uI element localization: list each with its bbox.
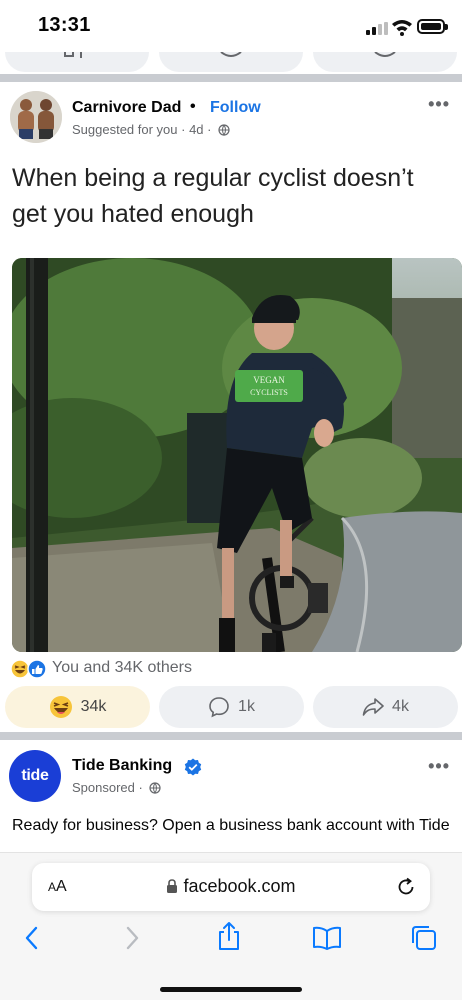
lock-icon bbox=[167, 879, 178, 893]
ad-body-text: Ready for business? Open a business bank… bbox=[12, 817, 450, 834]
more-options-button[interactable]: ••• bbox=[428, 94, 450, 115]
tabs-icon[interactable] bbox=[410, 924, 438, 952]
feed-separator bbox=[0, 732, 462, 740]
back-icon[interactable] bbox=[22, 925, 42, 951]
jersey-text-bottom: CYCLISTS bbox=[250, 388, 288, 397]
reload-icon[interactable] bbox=[396, 877, 416, 897]
avatar[interactable] bbox=[10, 91, 62, 143]
comment-button[interactable]: 1k bbox=[159, 686, 304, 728]
share-sheet-icon[interactable] bbox=[216, 921, 242, 951]
previous-comment-button[interactable] bbox=[159, 52, 303, 72]
url-text: facebook.com bbox=[183, 876, 296, 896]
ad-more-options-button[interactable]: ••• bbox=[428, 756, 450, 777]
bookmarks-icon[interactable] bbox=[312, 926, 342, 950]
home-indicator[interactable] bbox=[160, 987, 302, 992]
meme-caption: When being a regular cyclist doesn’t get… bbox=[12, 164, 414, 228]
browser-toolbar: AA facebook.com bbox=[0, 852, 462, 1000]
author-name[interactable]: Carnivore Dad bbox=[72, 99, 181, 117]
share-count: 4k bbox=[392, 698, 409, 715]
react-count: 34k bbox=[80, 698, 107, 715]
reaction-icons bbox=[10, 659, 48, 679]
address-bar[interactable]: AA facebook.com bbox=[32, 863, 430, 911]
ad-meta: Sponsored · bbox=[72, 780, 162, 795]
previous-share-button[interactable] bbox=[313, 52, 457, 72]
post-media: When being a regular cyclist doesn’t get… bbox=[0, 152, 462, 652]
comment-icon bbox=[209, 697, 229, 718]
follow-button[interactable]: Follow bbox=[210, 99, 261, 117]
globe-icon bbox=[149, 782, 162, 794]
ad-meta-text: Sponsored · bbox=[72, 780, 143, 795]
battery-icon bbox=[417, 19, 448, 34]
url-display[interactable]: facebook.com bbox=[32, 876, 430, 897]
post-meta-text: Suggested for you · 4d · bbox=[72, 122, 212, 137]
advertiser-name[interactable]: Tide Banking bbox=[72, 757, 172, 775]
like-icon bbox=[27, 659, 47, 679]
post-action-bar: 34k 1k 4k bbox=[0, 686, 462, 728]
signal-icon bbox=[366, 22, 388, 35]
tide-logo[interactable]: tide bbox=[9, 750, 61, 802]
post-header: Carnivore Dad • Follow Suggested for you… bbox=[0, 84, 462, 156]
verified-icon bbox=[184, 758, 202, 776]
post-meta: Suggested for you · 4d · bbox=[72, 122, 230, 137]
globe-icon bbox=[218, 124, 230, 136]
react-button[interactable]: 34k bbox=[5, 686, 150, 728]
haha-icon bbox=[10, 659, 30, 679]
header-separator: • bbox=[190, 98, 196, 115]
comment-count: 1k bbox=[238, 698, 255, 715]
previous-post-actions bbox=[0, 52, 462, 74]
previous-react-button[interactable] bbox=[5, 52, 149, 72]
sponsored-post-header: tide Tide Banking Sponsored · ••• bbox=[0, 748, 462, 812]
status-bar: 13:31 bbox=[0, 0, 462, 52]
share-icon bbox=[362, 698, 384, 716]
feed-separator bbox=[0, 74, 462, 82]
share-button[interactable]: 4k bbox=[313, 686, 458, 728]
jersey-text-top: VEGAN bbox=[253, 375, 285, 385]
haha-icon bbox=[49, 696, 72, 718]
cyclist-photo[interactable]: VEGAN CYCLISTS bbox=[12, 258, 462, 652]
reactions-summary[interactable]: You and 34K others bbox=[10, 658, 410, 680]
wifi-icon bbox=[392, 20, 412, 36]
reactions-count-text: You and 34K others bbox=[52, 659, 192, 676]
status-time: 13:31 bbox=[38, 14, 91, 36]
forward-icon[interactable] bbox=[122, 925, 142, 951]
